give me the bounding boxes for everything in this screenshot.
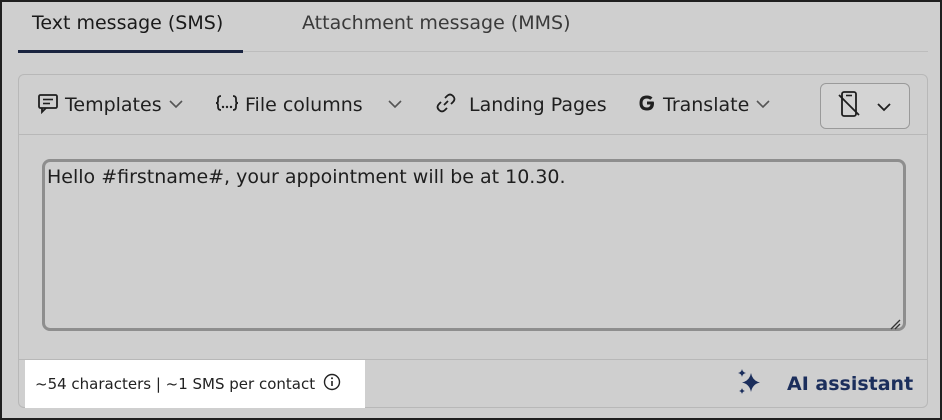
landing-pages-label: Landing Pages (469, 94, 607, 116)
resize-handle-icon[interactable] (889, 315, 901, 330)
google-g-icon (637, 93, 657, 118)
sparkles-icon (735, 367, 765, 402)
message-editor-card: Templates File columns Landing Pages Tra… (18, 74, 928, 408)
ai-assistant-button[interactable]: AI assistant (735, 360, 913, 408)
chevron-down-icon (755, 97, 771, 113)
character-counter: ~54 characters | ~1 SMS per contact (25, 360, 365, 408)
message-template-icon (37, 92, 59, 119)
templates-dropdown[interactable]: Templates (37, 75, 184, 135)
message-textarea[interactable]: Hello #firstname#, your appointment will… (42, 159, 906, 331)
file-columns-icon (215, 92, 239, 119)
message-type-tabs: Text message (SMS) Attachment message (M… (18, 2, 928, 53)
tab-text-message-sms[interactable]: Text message (SMS) (18, 2, 243, 53)
tab-attachment-message-mms[interactable]: Attachment message (MMS) (288, 2, 585, 52)
chevron-down-icon (387, 97, 403, 113)
phone-preview-toggle-button[interactable] (820, 83, 910, 129)
link-icon (435, 92, 457, 119)
chevron-down-icon (168, 97, 184, 113)
translate-label: Translate (663, 94, 750, 116)
counter-text: ~54 characters | ~1 SMS per contact (35, 375, 316, 393)
sms-editor-panel: Text message (SMS) Attachment message (M… (0, 0, 942, 420)
landing-pages-button[interactable]: Landing Pages (435, 75, 607, 135)
info-icon[interactable] (323, 373, 341, 395)
editor-toolbar: Templates File columns Landing Pages Tra… (19, 75, 927, 135)
file-columns-chevron[interactable] (387, 75, 403, 135)
file-columns-label: File columns (245, 94, 363, 116)
templates-label: Templates (65, 94, 162, 116)
translate-dropdown[interactable]: Translate (637, 75, 771, 135)
chevron-down-icon (876, 97, 892, 116)
editor-footer: ~54 characters | ~1 SMS per contact AI a… (19, 359, 927, 408)
ai-assistant-label: AI assistant (787, 373, 914, 395)
phone-preview-off-icon (838, 90, 860, 122)
file-columns-dropdown[interactable]: File columns (215, 75, 363, 135)
